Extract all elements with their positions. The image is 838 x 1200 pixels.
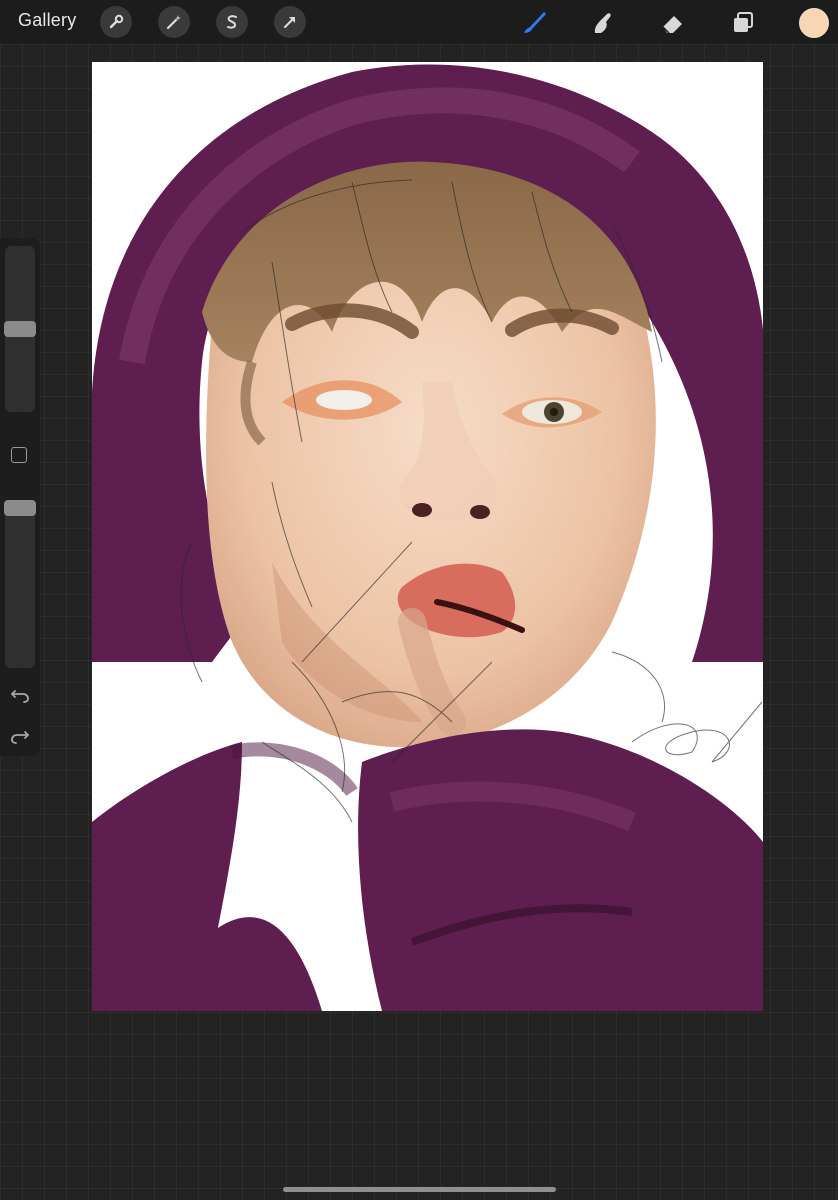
left-sidebar (0, 238, 40, 756)
smudge-finger-icon[interactable] (586, 6, 620, 40)
modify-square-icon[interactable] (11, 447, 27, 463)
redo-icon[interactable] (9, 724, 31, 746)
wrench-icon[interactable] (100, 6, 132, 38)
brush-icon[interactable] (516, 6, 550, 40)
gallery-button[interactable]: Gallery (18, 10, 76, 31)
arrow-cursor-icon[interactable] (274, 6, 306, 38)
color-swatch-button[interactable] (799, 8, 829, 38)
home-indicator[interactable] (283, 1187, 556, 1192)
drawing-canvas[interactable] (92, 62, 763, 1011)
top-toolbar: Gallery (0, 0, 838, 44)
layers-icon[interactable] (726, 6, 760, 40)
opacity-thumb[interactable] (4, 500, 36, 516)
brush-size-slider[interactable] (4, 246, 36, 412)
undo-icon[interactable] (9, 683, 31, 705)
brush-size-thumb[interactable] (4, 321, 36, 337)
magic-wand-icon[interactable] (158, 6, 190, 38)
eraser-icon[interactable] (656, 6, 690, 40)
selection-s-icon[interactable] (216, 6, 248, 38)
artwork-illustration (92, 64, 763, 1011)
opacity-slider[interactable] (4, 500, 36, 668)
